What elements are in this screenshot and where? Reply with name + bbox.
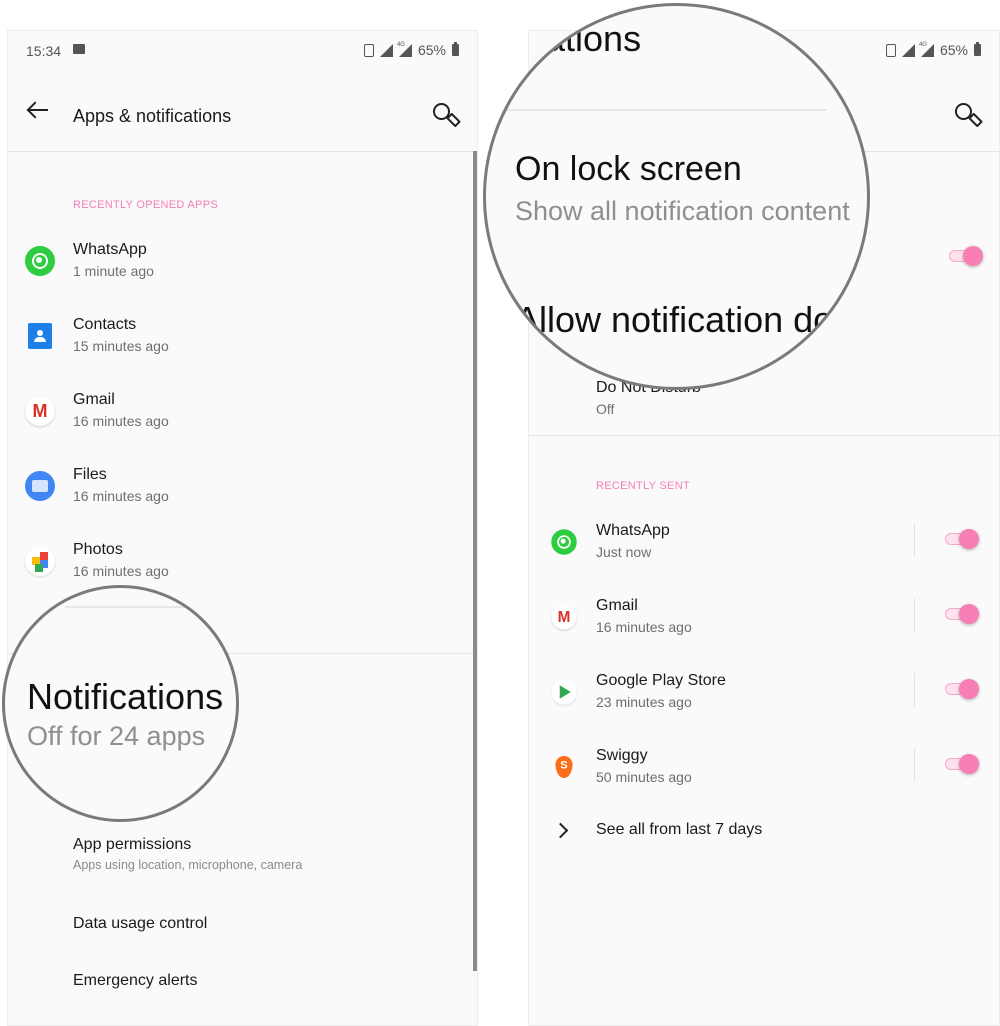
battery-icon (452, 42, 459, 56)
divider (914, 748, 915, 782)
files-icon (25, 471, 55, 501)
setting-emergency-alerts[interactable]: Emergency alerts (8, 958, 477, 1025)
signal-icon (901, 43, 915, 57)
app-notification-toggle[interactable] (943, 753, 979, 775)
see-all-link[interactable]: See all from last 7 days (529, 811, 999, 851)
scrollbar[interactable] (473, 151, 477, 971)
play-store-icon (551, 679, 577, 705)
status-time: 15:34 (26, 43, 62, 59)
back-arrow-icon[interactable] (26, 101, 50, 119)
chevron-right-icon (552, 822, 569, 839)
app-name: WhatsApp (73, 241, 147, 258)
app-time: 50 minutes ago (596, 769, 692, 785)
app-name: WhatsApp (596, 522, 670, 539)
app-time: 16 minutes ago (73, 488, 169, 504)
app-time: 15 minutes ago (73, 338, 169, 354)
page-title: Apps & notifications (73, 106, 232, 126)
contacts-icon (28, 323, 52, 349)
status-bar: 15:34 4G 65% (8, 31, 477, 71)
see-all-label: See all from last 7 days (596, 821, 763, 838)
signal-icon (379, 43, 393, 57)
recent-app-files[interactable]: Files 16 minutes ago (8, 456, 477, 528)
divider (914, 598, 915, 632)
swiggy-icon (555, 755, 573, 779)
section-header-recent-apps: RECENTLY OPENED APPS (73, 199, 218, 211)
magnifier-lock-screen: tifications On lock screen Show all noti… (483, 3, 870, 390)
recent-sent-whatsapp[interactable]: WhatsApp Just now (529, 512, 999, 584)
allow-notification-dots-title[interactable]: Allow notification do (515, 299, 833, 341)
recent-app-whatsapp[interactable]: WhatsApp 1 minute ago (8, 231, 477, 303)
app-name: Contacts (73, 316, 137, 333)
setting-title: Data usage control (73, 915, 208, 932)
left-screen: 15:34 4G 65% Apps & notifications RECENT… (7, 30, 478, 1026)
divider (914, 673, 915, 707)
app-name: Swiggy (596, 747, 648, 764)
page-title-fragment: tifications (491, 18, 642, 59)
whatsapp-icon (551, 529, 577, 555)
search-icon[interactable] (955, 103, 979, 127)
divider (914, 523, 915, 557)
battery-icon (974, 42, 981, 56)
setting-title: App permissions (73, 836, 192, 853)
vibrate-icon (363, 43, 374, 57)
setting-app-permissions[interactable]: App permissions Apps using location, mic… (8, 826, 477, 898)
app-name: Files (73, 466, 107, 483)
app-time: Just now (596, 544, 652, 560)
notifications-subtitle: Off for 24 apps (27, 721, 206, 751)
setting-do-not-disturb[interactable]: Do Not Disturb Off (529, 369, 999, 441)
recent-sent-google-play-store[interactable]: Google Play Store 23 minutes ago (529, 662, 999, 734)
photos-icon (25, 546, 55, 576)
on-lock-screen-value: Show all notification content (515, 196, 850, 226)
app-name: Gmail (596, 597, 638, 614)
notifications-title[interactable]: Notifications (27, 676, 223, 718)
setting-title: Emergency alerts (73, 972, 198, 989)
app-notification-toggle[interactable] (943, 603, 979, 625)
app-time: 16 minutes ago (73, 413, 169, 429)
app-time: 16 minutes ago (73, 563, 169, 579)
recent-sent-swiggy[interactable]: Swiggy 50 minutes ago (529, 737, 999, 809)
notification-dots-toggle[interactable] (947, 245, 983, 267)
setting-subtitle: Apps using location, microphone, camera (73, 858, 303, 872)
search-icon[interactable] (433, 103, 457, 127)
app-name: Gmail (73, 391, 115, 408)
recent-sent-gmail[interactable]: M Gmail 16 minutes ago (529, 587, 999, 659)
divider (529, 435, 999, 436)
vibrate-icon (885, 43, 896, 57)
section-header-recently-sent: RECENTLY SENT (596, 480, 690, 492)
setting-value: Off (596, 401, 615, 417)
on-lock-screen-title[interactable]: On lock screen (515, 150, 742, 189)
gmail-icon: M (551, 604, 577, 630)
magnifier-notifications: Notifications Off for 24 apps (2, 585, 239, 822)
signal-4g-icon: 4G (397, 42, 412, 57)
battery-percent: 65% (939, 42, 968, 58)
recent-app-gmail[interactable]: M Gmail 16 minutes ago (8, 381, 477, 453)
app-notification-toggle[interactable] (943, 528, 979, 550)
app-time: 1 minute ago (73, 263, 154, 279)
app-time: 23 minutes ago (596, 694, 692, 710)
recent-app-contacts[interactable]: Contacts 15 minutes ago (8, 306, 477, 378)
whatsapp-icon (25, 246, 55, 276)
app-notification-toggle[interactable] (943, 678, 979, 700)
app-time: 16 minutes ago (596, 619, 692, 635)
app-name: Google Play Store (596, 672, 726, 689)
signal-4g-icon: 4G (919, 42, 934, 57)
gmail-icon: M (25, 396, 55, 426)
image-icon (73, 44, 85, 54)
app-name: Photos (73, 541, 123, 558)
app-bar: Apps & notifications (8, 71, 477, 152)
battery-percent: 65% (417, 42, 446, 58)
